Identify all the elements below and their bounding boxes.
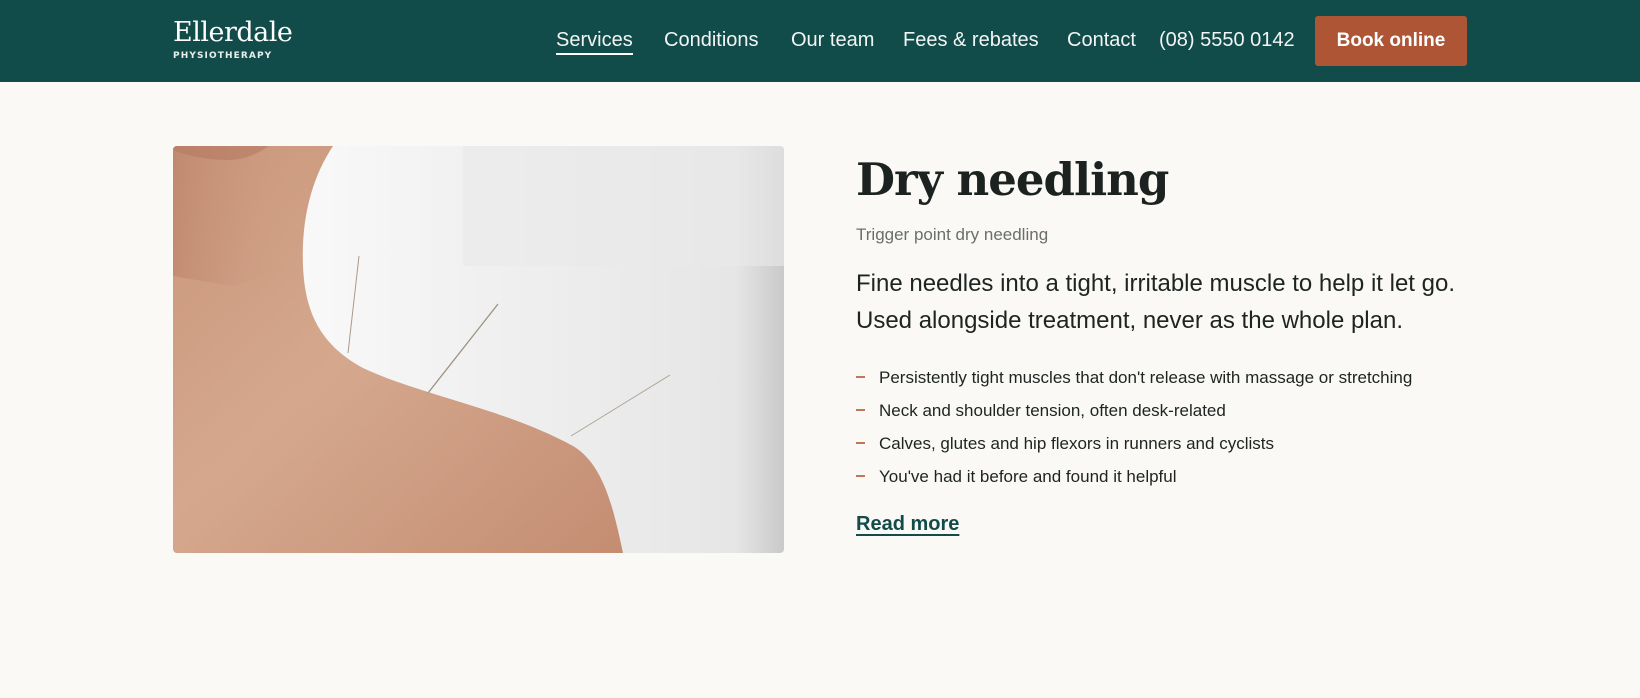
- book-online-button[interactable]: Book online: [1315, 16, 1467, 66]
- dash-icon: [856, 475, 865, 477]
- page-title: Dry needling: [856, 153, 1169, 206]
- list-item-text: You've had it before and found it helpfu…: [879, 467, 1177, 486]
- service-subtitle: Trigger point dry needling: [856, 225, 1049, 244]
- phone-link[interactable]: (08) 5550 0142: [1159, 28, 1295, 52]
- site-header: Ellerdale PHYSIOTHERAPY Services Conditi…: [0, 0, 1640, 82]
- nav-item-conditions[interactable]: Conditions: [664, 28, 759, 52]
- read-more-link[interactable]: Read more: [856, 513, 959, 536]
- list-item: You've had it before and found it helpfu…: [856, 460, 1496, 493]
- brand-name: Ellerdale: [173, 17, 293, 48]
- dash-icon: [856, 442, 865, 444]
- list-item: Persistently tight muscles that don't re…: [856, 361, 1496, 394]
- list-item-text: Persistently tight muscles that don't re…: [879, 368, 1413, 387]
- list-item-text: Calves, glutes and hip flexors in runner…: [879, 434, 1274, 453]
- nav-item-services[interactable]: Services: [556, 28, 633, 55]
- brand-tagline: PHYSIOTHERAPY: [173, 51, 273, 61]
- service-detail: Dry needling Trigger point dry needling …: [856, 150, 1496, 536]
- list-item: Calves, glutes and hip flexors in runner…: [856, 427, 1496, 460]
- list-item-text: Neck and shoulder tension, often desk-re…: [879, 401, 1226, 420]
- nav-item-contact[interactable]: Contact: [1067, 28, 1136, 52]
- list-item: Neck and shoulder tension, often desk-re…: [856, 394, 1496, 427]
- service-lead: Fine needles into a tight, irritable mus…: [856, 270, 1455, 334]
- dash-icon: [856, 409, 865, 411]
- dash-icon: [856, 376, 865, 378]
- brand-logo[interactable]: Ellerdale PHYSIOTHERAPY: [173, 17, 293, 62]
- indications-list: Persistently tight muscles that don't re…: [856, 361, 1496, 493]
- nav-item-fees-rebates[interactable]: Fees & rebates: [903, 28, 1039, 52]
- nav-item-our-team[interactable]: Our team: [791, 28, 874, 52]
- dry-needling-photo: [173, 146, 784, 553]
